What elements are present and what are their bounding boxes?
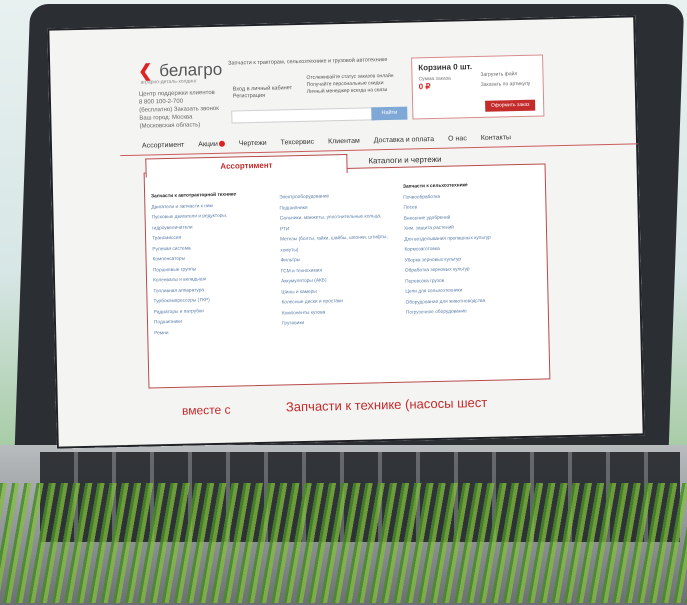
promo-text-right: Запчасти к технике (насосы шест (285, 394, 488, 415)
cart-title-text: Корзина (418, 62, 452, 73)
cart-sum: 0 ₽ (418, 82, 431, 92)
cart-title: Корзина 0 шт. (418, 62, 472, 72)
screen: ❮ белагро аграрно-деталь-холдинг Центр п… (47, 15, 645, 449)
logo-text: белагро (159, 59, 223, 81)
nav-clients[interactable]: Клиентам (328, 138, 360, 146)
nav-contacts[interactable]: Контакты (481, 134, 511, 142)
benefits-list: Отслеживайте статус заказов онлайн Получ… (306, 73, 393, 96)
help-block: Центр поддержки клиентов 8 800 100-2-700… (139, 89, 220, 131)
cart-panel: Корзина 0 шт. Сумма заказа 0 ₽ Загрузить… (411, 54, 545, 120)
promo-badge-icon (218, 140, 225, 147)
order-button[interactable]: Оформить заказ (485, 99, 536, 112)
logo-subtitle: аграрно-деталь-холдинг (140, 78, 197, 86)
tab-catalogs[interactable]: Каталоги и чертежи (368, 155, 441, 166)
grass-foreground (0, 483, 687, 603)
category-link[interactable]: Метизы (болты, гайки, шайбы, шпонки, шти… (280, 233, 390, 256)
promo-text-left: вместе с (181, 402, 231, 418)
logo-mark-icon: ❮ (138, 61, 153, 81)
column-auto-parts: Запчасти к автотракторной технике Двигат… (151, 190, 264, 339)
search-button[interactable]: Найти (371, 106, 408, 121)
cart-count: 0 шт. (453, 62, 473, 72)
upload-file-link[interactable]: Загрузить файл (480, 71, 517, 78)
tagline: Запчасти к тракторам, сельхозтехнике и г… (228, 57, 388, 67)
nav-delivery[interactable]: Доставка и оплата (374, 136, 435, 144)
nav-service[interactable]: Техсервис (281, 139, 315, 147)
category-link[interactable]: Сальники, манжеты, уплотнительные кольца… (280, 212, 390, 235)
login-block[interactable]: Вход в личный кабинет Регистрация (233, 85, 293, 100)
column-general-parts: Электрооборудование Подшипники Сальники,… (279, 191, 392, 330)
register-link[interactable]: Регистрация (233, 92, 293, 100)
nav-promos-label: Акции (198, 140, 218, 149)
nav-about[interactable]: О нас (448, 135, 467, 142)
main-nav: Ассортимент Акции Чертежи Техсервис Клие… (142, 132, 612, 150)
order-by-sku-link[interactable]: Заказать по артикулу (481, 81, 531, 88)
category-link[interactable]: Пусковые двигатели и редукторы, гидроуве… (152, 211, 262, 234)
city-region: (Московская область) (139, 122, 201, 130)
column-agri-parts: Запчасти к сельхозтехнике Почвообработка… (403, 180, 536, 319)
nav-assortment[interactable]: Ассортимент (142, 142, 184, 150)
benefit-item: Личный менеджер всегда на связи (306, 87, 388, 95)
nav-promos[interactable]: Акции (198, 140, 225, 149)
search-input[interactable] (231, 107, 377, 124)
nav-drawings[interactable]: Чертежи (239, 140, 267, 148)
